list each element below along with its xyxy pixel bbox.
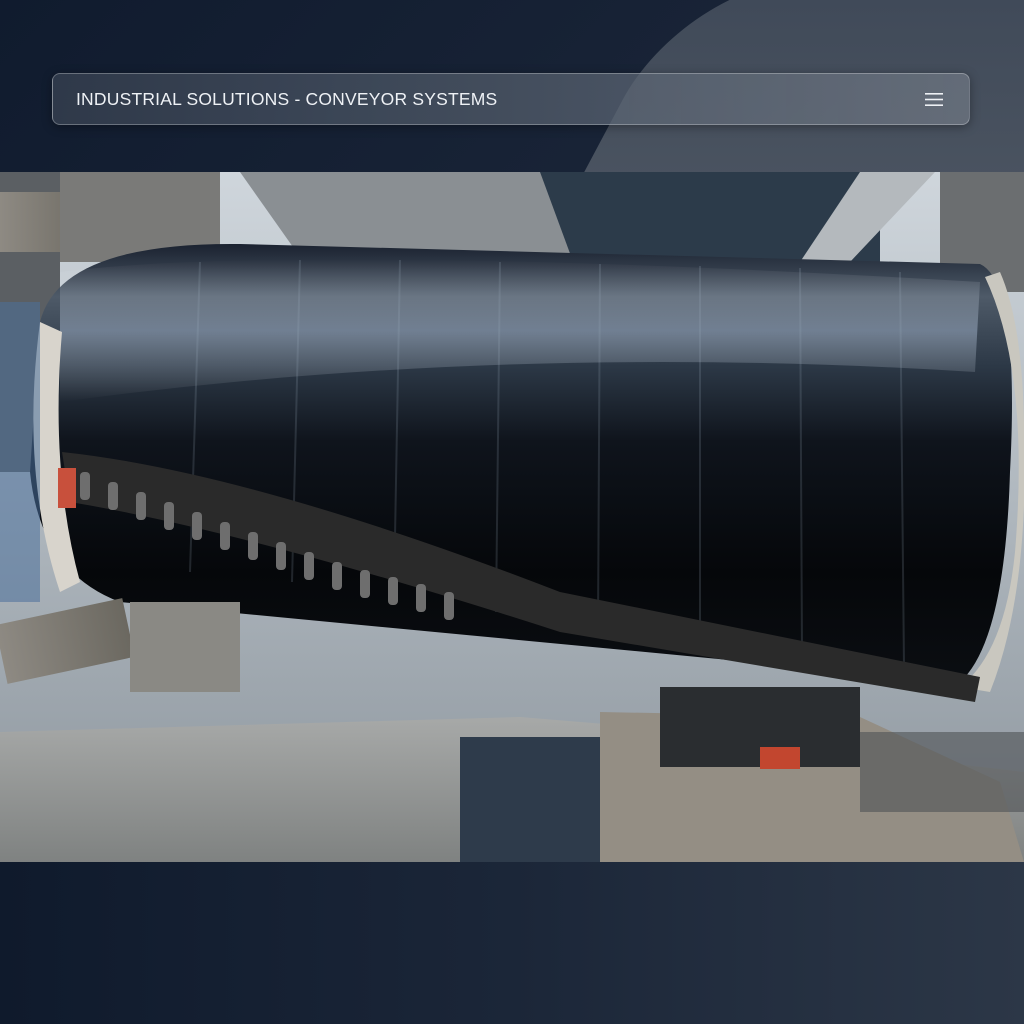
menu-button[interactable] bbox=[921, 86, 947, 112]
header-bar: INDUSTRIAL SOLUTIONS - CONVEYOR SYSTEMS bbox=[52, 73, 970, 125]
hamburger-menu-icon bbox=[925, 92, 943, 106]
app-page: INDUSTRIAL SOLUTIONS - CONVEYOR SYSTEMS bbox=[0, 0, 1024, 1024]
footer-band bbox=[0, 862, 1024, 1024]
hero-image bbox=[0, 172, 1024, 862]
page-title: INDUSTRIAL SOLUTIONS - CONVEYOR SYSTEMS bbox=[76, 88, 498, 109]
